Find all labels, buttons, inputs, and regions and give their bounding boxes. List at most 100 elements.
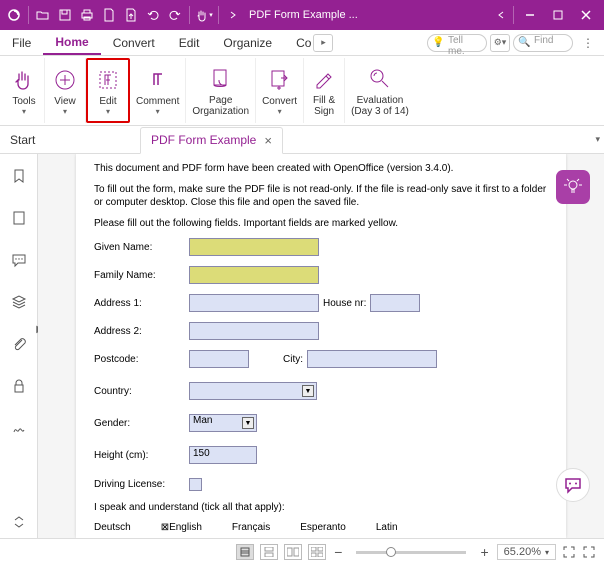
options-button[interactable]: ⚙▾ xyxy=(490,34,510,52)
menu-convert[interactable]: Convert xyxy=(101,30,167,55)
menu-scroll-icon[interactable]: ▸ xyxy=(313,34,333,52)
save-icon[interactable] xyxy=(55,2,75,28)
ribbon-convert[interactable]: Convert ▾ xyxy=(256,58,304,123)
blank-page-icon[interactable] xyxy=(99,2,119,28)
zoom-out-button[interactable]: − xyxy=(332,544,344,560)
view-single-icon[interactable] xyxy=(236,544,254,560)
minimize-button[interactable] xyxy=(516,0,544,30)
layers-icon[interactable] xyxy=(9,292,29,312)
hand-tool-icon[interactable]: ▾ xyxy=(194,2,214,28)
input-house-nr[interactable] xyxy=(370,294,420,312)
checkbox-driving-license[interactable] xyxy=(189,478,202,491)
sign-icon xyxy=(310,65,338,93)
print-icon[interactable] xyxy=(77,2,97,28)
menu-bar: File Home Convert Edit Organize Co ▸ 💡 T… xyxy=(0,30,604,56)
hint-button[interactable] xyxy=(556,170,590,204)
checkbox-lang-english[interactable]: ⊠ xyxy=(161,522,169,533)
signatures-icon[interactable] xyxy=(9,418,29,438)
tabs-dropdown-icon[interactable]: ▾ xyxy=(595,134,600,145)
input-given-name[interactable] xyxy=(189,238,319,256)
input-height[interactable]: 150 xyxy=(189,446,257,464)
ribbon-edit[interactable]: Edit ▾ xyxy=(86,58,130,123)
attachments-icon[interactable] xyxy=(9,334,29,354)
undo-icon[interactable] xyxy=(143,2,163,28)
input-address-2[interactable] xyxy=(189,322,319,340)
label-address-2: Address 2: xyxy=(94,326,189,337)
view-continuous-facing-icon[interactable] xyxy=(308,544,326,560)
main-area: ▶ This document and PDF form have been c… xyxy=(0,154,604,538)
select-country[interactable]: ▼ xyxy=(189,382,317,400)
redo-icon[interactable] xyxy=(165,2,185,28)
zoom-slider[interactable] xyxy=(356,551,466,554)
open-icon[interactable] xyxy=(33,2,53,28)
menu-home[interactable]: Home xyxy=(43,30,100,55)
zoom-level[interactable]: 65.20%▾ xyxy=(497,544,556,560)
zoom-in-icon xyxy=(51,66,79,94)
ribbon: Tools ▾ View ▾ Edit ▾ Comment ▾ Page Org… xyxy=(0,56,604,126)
label-house-nr: House nr: xyxy=(319,298,370,309)
ribbon-edit-label: Edit xyxy=(99,96,116,107)
label-languages-intro: I speak and understand (tick all that ap… xyxy=(94,501,548,514)
zoom-slider-thumb[interactable] xyxy=(386,547,396,557)
chevron-down-icon: ▼ xyxy=(242,417,254,429)
close-button[interactable] xyxy=(572,0,600,30)
zoom-in-button[interactable]: + xyxy=(478,544,490,560)
lang-label: English xyxy=(169,522,202,533)
input-city[interactable] xyxy=(307,350,437,368)
select-gender[interactable]: Man▼ xyxy=(189,414,257,432)
convert-icon xyxy=(266,66,294,94)
view-continuous-icon[interactable] xyxy=(260,544,278,560)
ribbon-evaluation-label: Evaluation (Day 3 of 14) xyxy=(351,95,409,117)
input-address-1[interactable] xyxy=(189,294,319,312)
app-logo-icon[interactable] xyxy=(4,2,24,28)
menu-comment[interactable]: Co xyxy=(284,30,313,55)
bookmarks-icon[interactable] xyxy=(9,166,29,186)
menu-file[interactable]: File xyxy=(0,30,43,55)
menu-overflow-icon[interactable]: ⋮ xyxy=(576,36,600,50)
lang-item-latin: Latin xyxy=(376,522,398,533)
ribbon-comment-label: Comment xyxy=(136,96,179,107)
ribbon-tools[interactable]: Tools ▾ xyxy=(4,58,45,123)
fit-screen-icon[interactable] xyxy=(562,545,576,559)
label-family-name: Family Name: xyxy=(94,270,189,281)
chevron-down-icon: ▼ xyxy=(302,385,314,397)
lang-item-english: ⊠English xyxy=(161,522,202,533)
tab-close-icon[interactable]: × xyxy=(264,133,272,148)
input-family-name[interactable] xyxy=(189,266,319,284)
menu-edit[interactable]: Edit xyxy=(167,30,212,55)
ribbon-page-org[interactable]: Page Organization xyxy=(186,58,256,123)
lang-label: Deutsch xyxy=(94,522,131,533)
security-icon[interactable] xyxy=(9,376,29,396)
panel-settings-icon[interactable] xyxy=(9,512,29,532)
chat-button[interactable] xyxy=(556,468,590,502)
fit-width-icon[interactable] xyxy=(582,545,596,559)
ribbon-evaluation[interactable]: Evaluation (Day 3 of 14) xyxy=(345,58,415,123)
maximize-button[interactable] xyxy=(544,0,572,30)
find-search[interactable]: 🔍 Find xyxy=(513,34,573,52)
chevron-down-icon: ▾ xyxy=(63,107,67,116)
title-bar: ▾ PDF Form Example ... xyxy=(0,0,604,30)
label-country: Country: xyxy=(94,386,189,397)
view-facing-icon[interactable] xyxy=(284,544,302,560)
pages-icon[interactable] xyxy=(9,208,29,228)
chevron-down-icon: ▾ xyxy=(106,107,110,116)
hand-icon xyxy=(10,66,38,94)
ribbon-fill-sign-label: Fill & Sign xyxy=(313,95,335,117)
ribbon-fill-sign[interactable]: Fill & Sign xyxy=(304,58,345,123)
ribbon-tools-label: Tools xyxy=(12,96,35,107)
ribbon-comment[interactable]: Comment ▾ xyxy=(130,58,186,123)
label-height: Height (cm): xyxy=(94,450,189,461)
input-postcode[interactable] xyxy=(189,350,249,368)
menu-organize[interactable]: Organize xyxy=(211,30,284,55)
zoom-value: 65.20% xyxy=(504,546,541,558)
comments-icon[interactable] xyxy=(9,250,29,270)
tab-document[interactable]: PDF Form Example × xyxy=(140,127,283,154)
quick-access: ▾ xyxy=(4,2,243,28)
from-file-icon[interactable] xyxy=(121,2,141,28)
chevron-down-icon: ▾ xyxy=(156,107,160,116)
document-view[interactable]: This document and PDF form have been cre… xyxy=(38,154,604,538)
tellme-placeholder: Tell me. xyxy=(448,35,465,57)
tellme-search[interactable]: 💡 Tell me. xyxy=(427,34,487,52)
tab-start[interactable]: Start xyxy=(0,126,140,153)
ribbon-view[interactable]: View ▾ xyxy=(45,58,86,123)
